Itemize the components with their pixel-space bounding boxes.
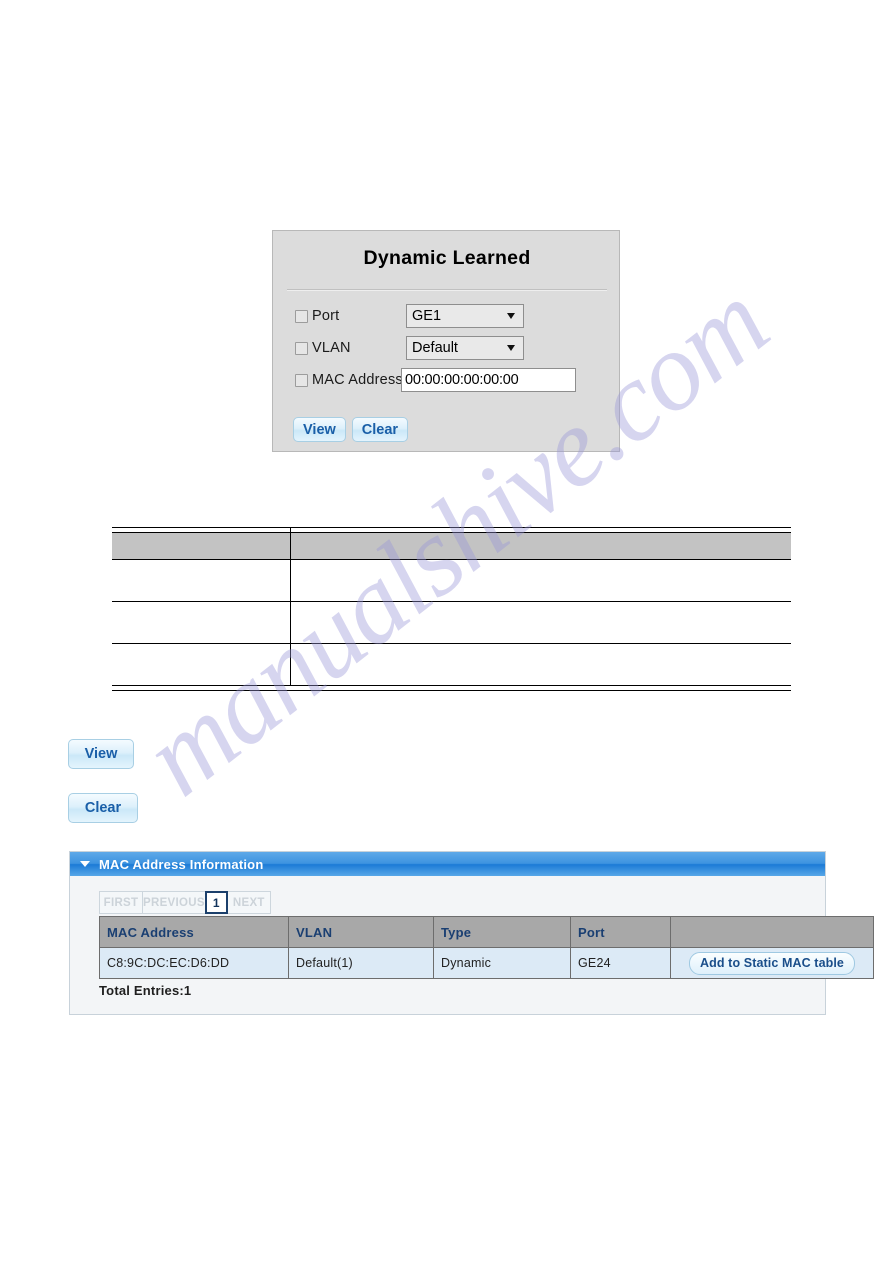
mac-address-table: MAC Address VLAN Type Port C8:9C:DC:EC:D… <box>99 916 874 979</box>
table-header-row <box>112 532 791 560</box>
panel-title: Dynamic Learned <box>363 247 531 269</box>
doc-cell <box>290 559 791 602</box>
doc-cell <box>290 643 791 686</box>
dynamic-learned-panel: Dynamic Learned Port GE1 VLAN Default MA… <box>272 230 620 452</box>
column-header-action <box>670 916 874 948</box>
panel-view-button[interactable]: View <box>293 417 346 442</box>
pagination: FIRST PREVIOUS 1 NEXT <box>99 891 271 914</box>
mac-panel-header[interactable]: MAC Address Information <box>70 852 825 876</box>
doc-header-col-1 <box>112 532 291 560</box>
rule-cell <box>112 685 291 691</box>
pagination-page-1-button[interactable]: 1 <box>204 891 228 914</box>
doc-cell <box>290 601 791 644</box>
panel-divider <box>287 289 607 291</box>
cell-port: GE24 <box>570 947 671 979</box>
form-row-port: Port <box>295 303 339 329</box>
form-row-mac-address: MAC Address <box>295 367 403 393</box>
cell-type: Dynamic <box>433 947 571 979</box>
view-button[interactable]: View <box>68 739 134 769</box>
mac-address-input-wrap: 00:00:00:00:00:00 <box>401 368 576 392</box>
column-header-type: Type <box>433 916 571 948</box>
pagination-previous-button[interactable]: PREVIOUS <box>142 891 206 914</box>
doc-header-col-2 <box>290 532 791 560</box>
add-to-static-mac-table-button[interactable]: Add to Static MAC table <box>689 951 855 975</box>
rule-cell <box>290 685 791 691</box>
cell-action: Add to Static MAC table <box>670 947 874 979</box>
table-row <box>112 601 791 644</box>
table-row <box>112 559 791 602</box>
mac-address-label: MAC Address <box>312 372 403 388</box>
chevron-down-icon <box>507 313 515 319</box>
pagination-first-button[interactable]: FIRST <box>99 891 143 914</box>
column-header-mac-address: MAC Address <box>99 916 289 948</box>
table-row: C8:9C:DC:EC:D6:DD Default(1) Dynamic GE2… <box>99 947 874 979</box>
column-header-port: Port <box>570 916 671 948</box>
port-label: Port <box>312 308 340 324</box>
vlan-checkbox[interactable] <box>295 341 308 355</box>
vlan-label: VLAN <box>312 340 351 356</box>
panel-clear-button[interactable]: Clear <box>351 417 409 442</box>
mac-address-input[interactable]: 00:00:00:00:00:00 <box>401 368 576 392</box>
port-select-value: GE1 <box>412 308 442 324</box>
vlan-select-value: Default <box>412 340 458 356</box>
port-select[interactable]: GE1 <box>406 304 524 328</box>
pagination-next-button[interactable]: NEXT <box>226 891 271 914</box>
mac-address-input-value: 00:00:00:00:00:00 <box>405 372 519 388</box>
mac-address-checkbox[interactable] <box>295 373 308 387</box>
mac-panel-title: MAC Address Information <box>99 856 264 872</box>
column-header-vlan: VLAN <box>288 916 434 948</box>
cell-vlan: Default(1) <box>288 947 434 979</box>
panel-button-row: View Clear <box>293 417 409 442</box>
vlan-select-wrap: Default <box>406 336 524 360</box>
mac-address-information-panel: MAC Address Information FIRST PREVIOUS 1… <box>69 851 874 1015</box>
description-table <box>112 527 791 691</box>
doc-cell <box>112 601 291 644</box>
form-row-vlan: VLAN <box>295 335 351 361</box>
total-entries-label: Total Entries:1 <box>99 983 192 998</box>
chevron-down-icon <box>507 345 515 351</box>
table-bottom-rule <box>112 685 791 691</box>
port-checkbox[interactable] <box>295 309 308 323</box>
cell-mac-address: C8:9C:DC:EC:D6:DD <box>99 947 289 979</box>
collapse-triangle-icon[interactable] <box>80 861 90 867</box>
clear-button[interactable]: Clear <box>68 793 138 823</box>
table-row <box>112 643 791 686</box>
doc-cell <box>112 559 291 602</box>
doc-cell <box>112 643 291 686</box>
vlan-select[interactable]: Default <box>406 336 524 360</box>
port-select-wrap: GE1 <box>406 304 524 328</box>
mac-table-header-row: MAC Address VLAN Type Port <box>99 916 874 948</box>
